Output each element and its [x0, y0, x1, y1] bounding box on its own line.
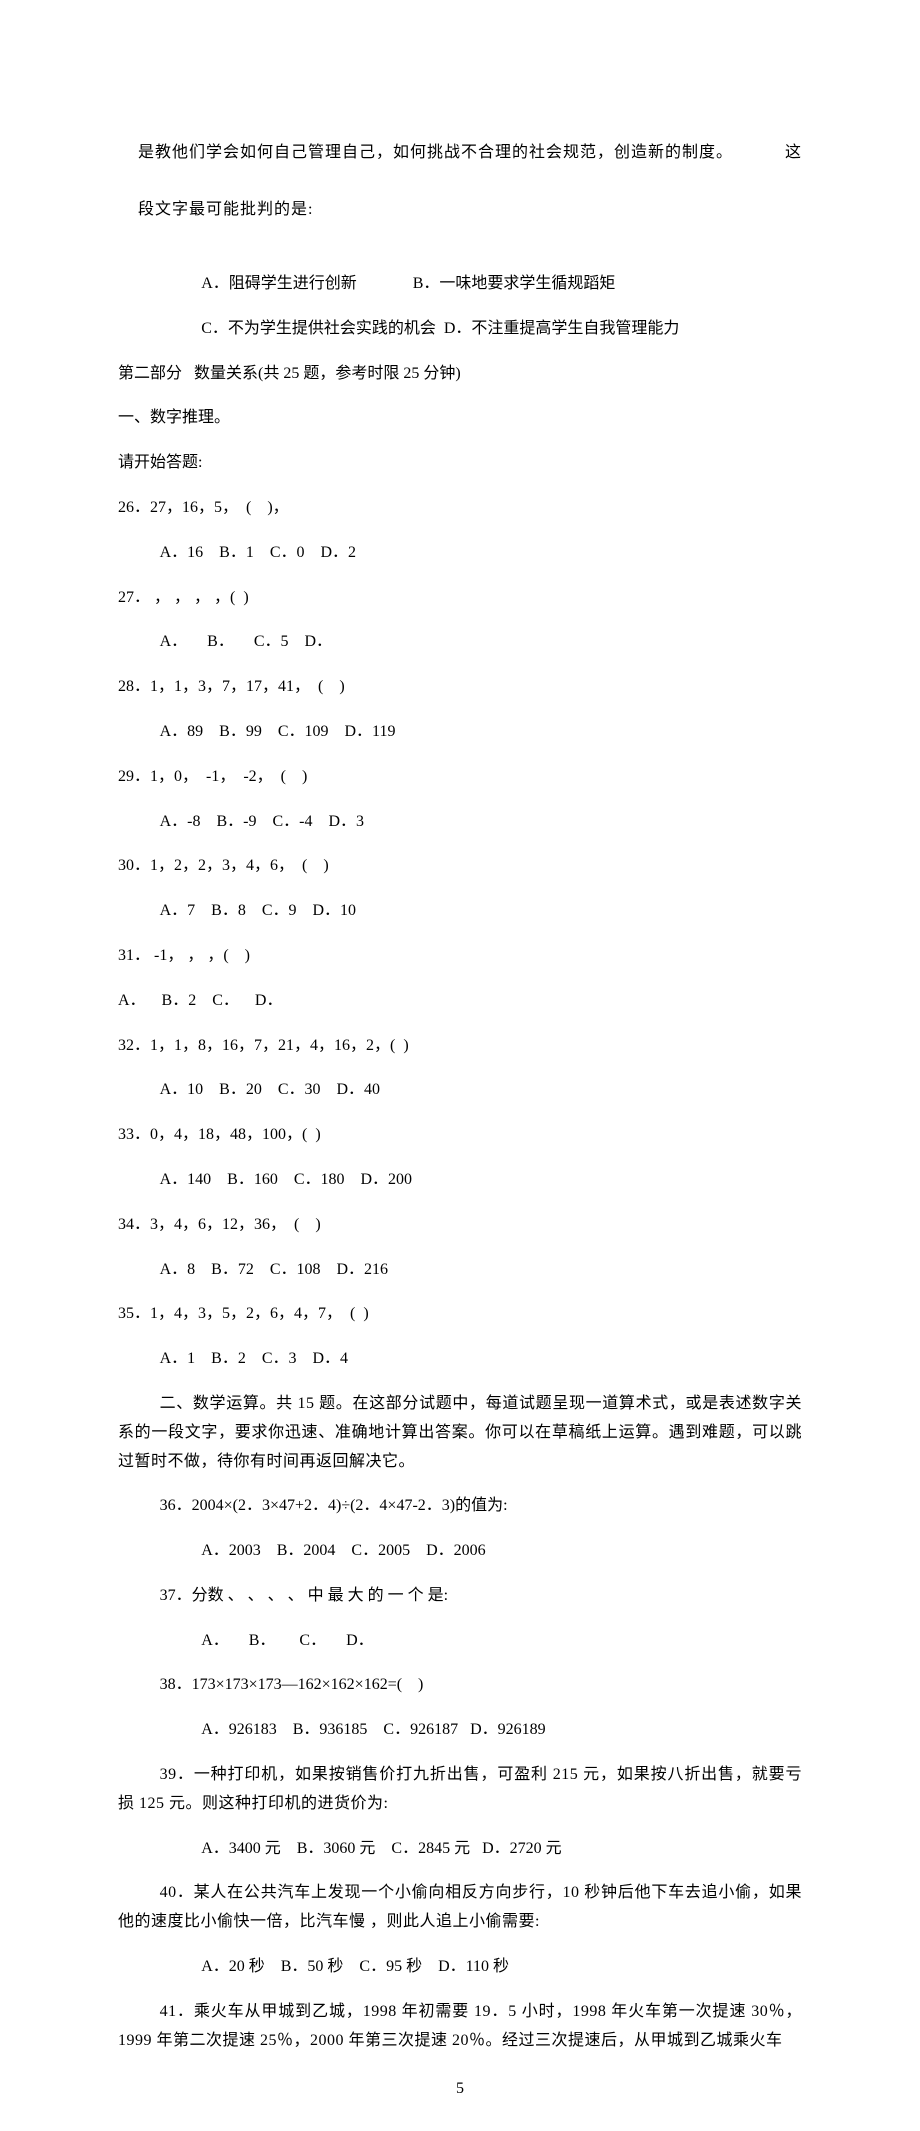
q37-stem: 37．分数 、 、 、 、 中 最 大 的 一 个 是:	[118, 1582, 802, 1611]
q41-body: 41．乘火车从甲城到乙城，1998 年初需要 19．5 小时，1998 年火车第…	[118, 1998, 802, 2056]
q30-stem: 30．1，2，2，3，4，6， ( )	[118, 852, 802, 881]
q29-stem: 29．1，0， -1， -2， ( )	[118, 763, 802, 792]
q35-stem: 35．1，4，3，5，2，6，4，7， ( )	[118, 1300, 802, 1329]
intro-choice-row-2: C．不为学生提供社会实践的机会 D．不注重提高学生自我管理能力	[118, 315, 802, 344]
q27-stem: 27． ， ， ， ，( )	[118, 584, 802, 613]
intro-paragraph: 是教他们学会如何自己管理自己，如何挑战不合理的社会规范，创造新的制度。 这 段文字…	[118, 110, 802, 254]
q36-options: A．2003 B．2004 C．2005 D．2006	[118, 1537, 802, 1566]
q34-stem: 34．3，4，6，12，36， ( )	[118, 1211, 802, 1240]
q33-stem: 33．0，4，18，48，100，( )	[118, 1121, 802, 1150]
q37-options: A． B． C． D．	[118, 1627, 802, 1656]
section2-body: 二、数学运算。共 15 题。在这部分试题中，每道试题呈现一道算术式，或是表述数字…	[118, 1390, 802, 1476]
intro-line1-right: 这	[785, 139, 802, 168]
q40-body: 40．某人在公共汽车上发现一个小偷向相反方向步行，10 秒钟后他下车去追小偷，如…	[118, 1879, 802, 1937]
q26-options: A．16 B．1 C．0 D．2	[118, 539, 802, 568]
intro-line2: 段文字最可能批判的是:	[138, 201, 313, 218]
q38-stem: 38．173×173×173—162×162×162=( )	[118, 1671, 802, 1700]
page-number: 5	[0, 2075, 920, 2104]
q34-options: A．8 B．72 C．108 D．216	[118, 1256, 802, 1285]
q31-options: A． B．2 C． D．	[118, 987, 802, 1016]
q26-stem: 26．27，16，5， ( )，	[118, 494, 802, 523]
q31-stem: 31． -1， ， ，( )	[118, 942, 802, 971]
section1-heading: 一、数字推理。	[118, 404, 802, 433]
intro-line1-left: 是教他们学会如何自己管理自己，如何挑战不合理的社会规范，创造新的制度。	[138, 144, 733, 161]
q35-options: A．1 B．2 C．3 D．4	[118, 1345, 802, 1374]
q39-options: A．3400 元 B．3060 元 C．2845 元 D．2720 元	[118, 1835, 802, 1864]
document-page: 是教他们学会如何自己管理自己，如何挑战不合理的社会规范，创造新的制度。 这 段文字…	[0, 0, 920, 2131]
q28-stem: 28．1，1，3，7，17，41， ( )	[118, 673, 802, 702]
q32-options: A．10 B．20 C．30 D．40	[118, 1076, 802, 1105]
start-answer-label: 请开始答题:	[118, 449, 802, 478]
q29-options: A．-8 B．-9 C．-4 D．3	[118, 808, 802, 837]
q39-body: 39．一种打印机，如果按销售价打九折出售，可盈利 215 元，如果按八折出售，就…	[118, 1761, 802, 1819]
q33-options: A．140 B．160 C．180 D．200	[118, 1166, 802, 1195]
q27-options: A． B． C．5 D．	[118, 628, 802, 657]
part2-heading: 第二部分 数量关系(共 25 题，参考时限 25 分钟)	[118, 360, 802, 389]
q30-options: A．7 B．8 C．9 D．10	[118, 897, 802, 926]
q38-options: A．926183 B．936185 C．926187 D．926189	[118, 1716, 802, 1745]
q40-options: A．20 秒 B．50 秒 C．95 秒 D．110 秒	[118, 1953, 802, 1982]
intro-choice-row-1: A．阻碍学生进行创新 B．一味地要求学生循规蹈矩	[118, 270, 802, 299]
q28-options: A．89 B．99 C．109 D．119	[118, 718, 802, 747]
q32-stem: 32．1，1，8，16，7，21，4，16，2，( )	[118, 1032, 802, 1061]
q36-stem: 36．2004×(2．3×47+2．4)÷(2．4×47-2．3)的值为:	[118, 1492, 802, 1521]
